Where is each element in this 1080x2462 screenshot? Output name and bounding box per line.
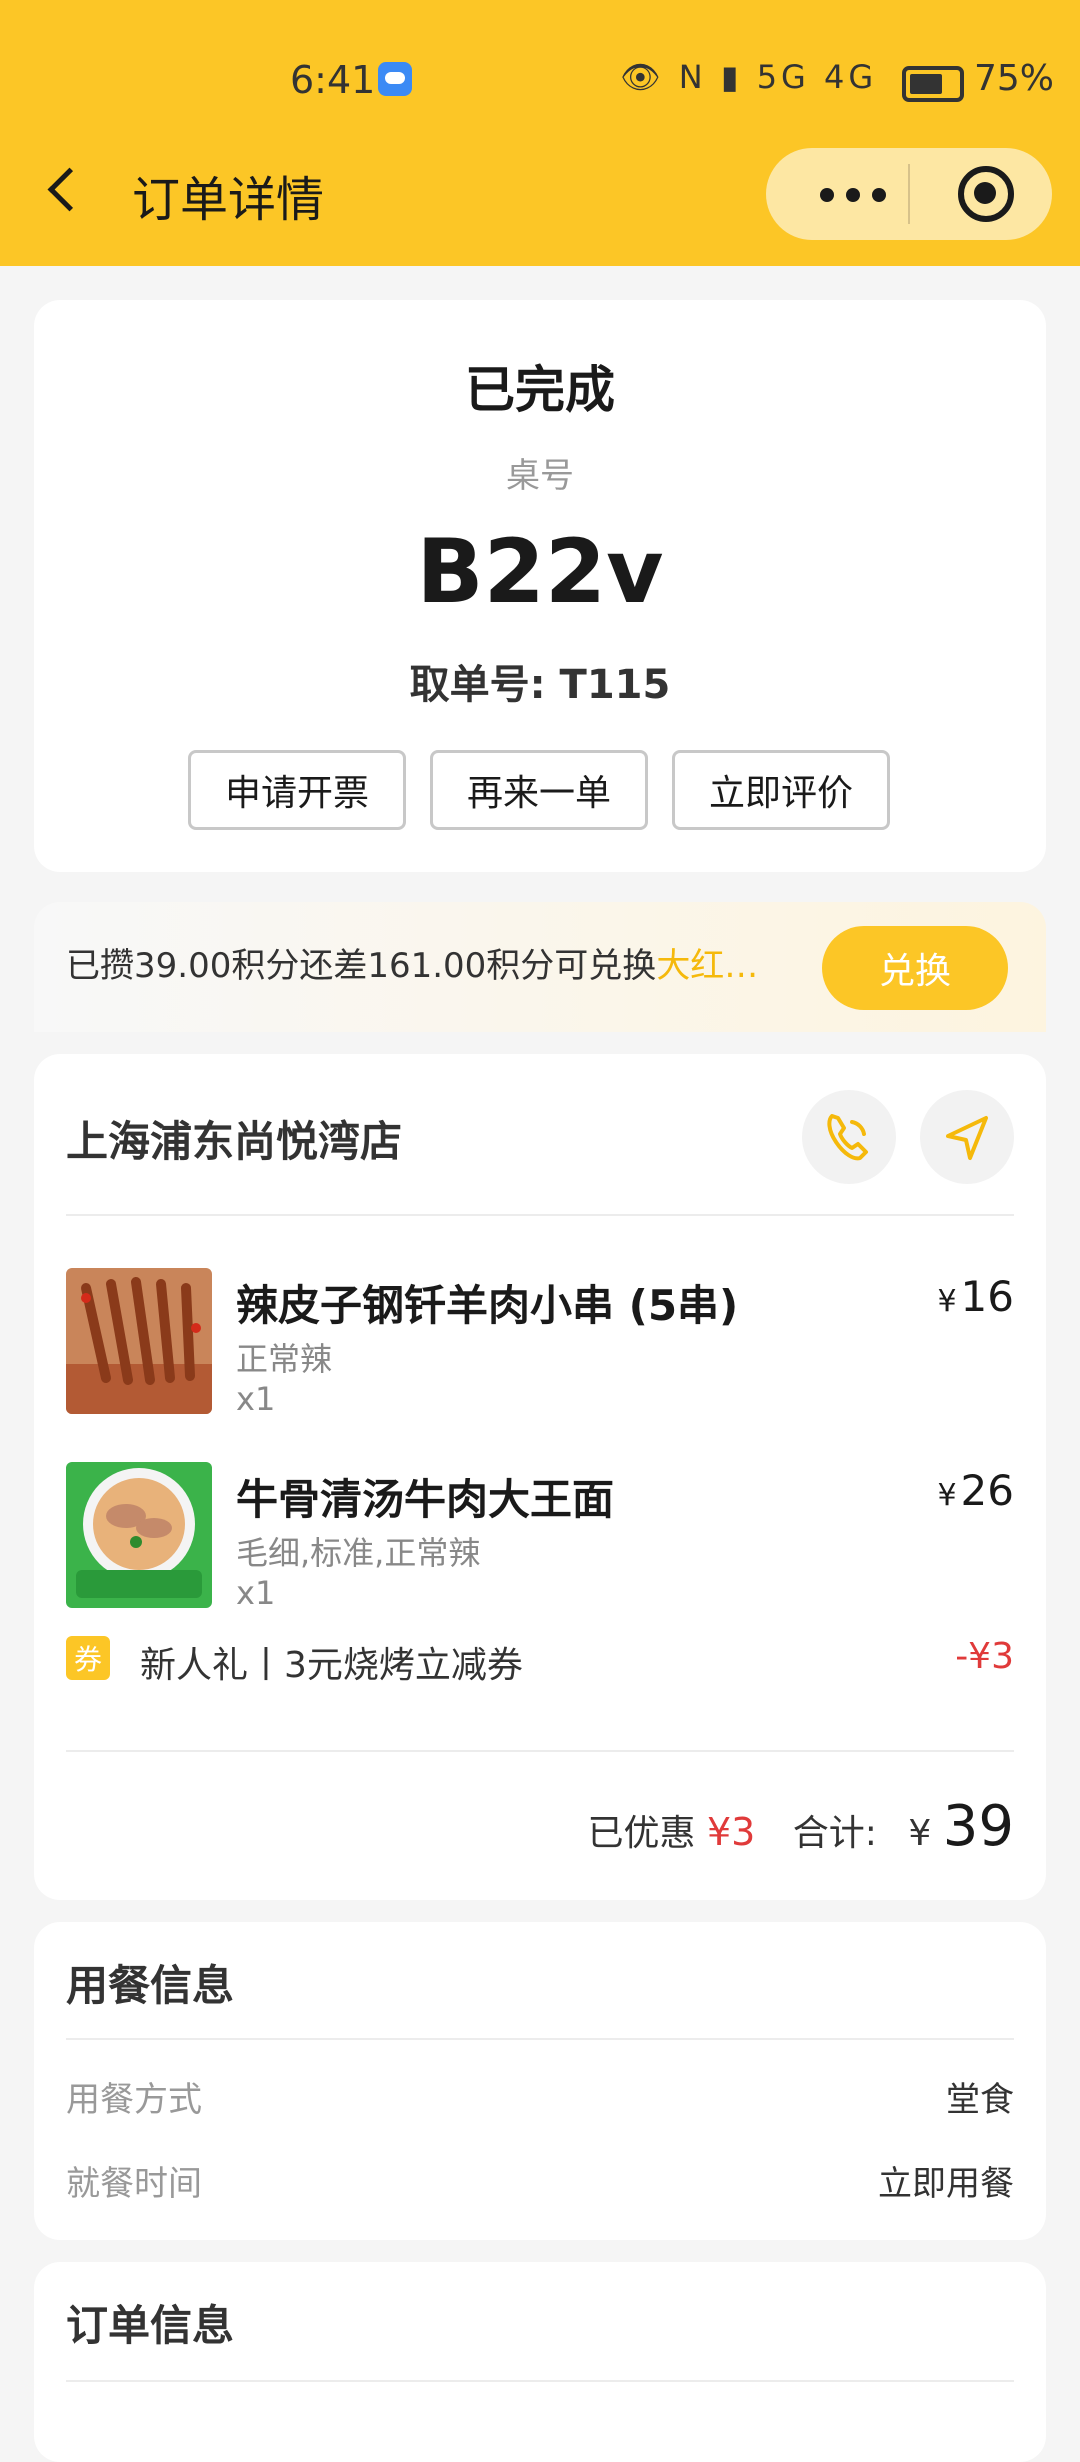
points-progress: 已攒39.00积分还差161.00积分可兑换	[66, 946, 657, 986]
order-item: 牛骨清汤牛肉大王面 毛细,标准,正常辣 x1 ¥26	[66, 1462, 1014, 1612]
call-store-button[interactable]	[802, 1090, 896, 1184]
item-price: ¥26	[937, 1466, 1014, 1515]
dot-icon	[846, 188, 860, 202]
item-spec: 正常辣	[236, 1340, 333, 1378]
dine-info-card: 用餐信息 用餐方式 堂食 就餐时间 立即用餐	[34, 1922, 1046, 2240]
points-reward: 大红…	[656, 946, 759, 986]
item-spec: 毛细,标准,正常辣	[236, 1534, 481, 1572]
dot-icon	[872, 188, 886, 202]
table-number: B22v	[416, 520, 664, 623]
item-quantity: x1	[236, 1380, 276, 1418]
divider	[66, 1214, 1014, 1216]
item-quantity: x1	[236, 1574, 276, 1612]
coupon-text: 新人礼丨3元烧烤立减券	[140, 1645, 523, 1686]
battery-percent: 75%	[974, 58, 1055, 99]
divider	[66, 1750, 1014, 1752]
currency-symbol: ¥	[937, 1284, 957, 1319]
price-value: 16	[960, 1272, 1014, 1321]
points-banner: 已攒39.00积分还差161.00积分可兑换大红… 兑换	[34, 902, 1046, 1032]
capsule-divider	[908, 164, 910, 224]
item-name: 牛骨清汤牛肉大王面	[236, 1475, 615, 1524]
lamb-skewer-image	[66, 1268, 212, 1414]
total-label: 合计:	[792, 1813, 877, 1854]
coupon-row: 券 新人礼丨3元烧烤立减券 -¥3	[66, 1632, 1014, 1686]
back-arrow-icon[interactable]	[42, 160, 96, 226]
dot-icon	[820, 188, 834, 202]
points-text: 已攒39.00积分还差161.00积分可兑换大红…	[66, 938, 758, 987]
dine-mode-label: 用餐方式	[66, 2080, 202, 2120]
order-info-card: 订单信息	[34, 2262, 1046, 2462]
navigation-arrow-icon	[946, 1116, 988, 1160]
coupon-badge: 券	[66, 1636, 110, 1680]
more-menu-button[interactable]	[806, 164, 916, 224]
coupon-amount: -¥3	[955, 1636, 1014, 1677]
order-status-card: 已完成 桌号 B22v 取单号: T115 申请开票 再来一单 立即评价	[34, 300, 1046, 872]
miniapp-capsule	[766, 148, 1052, 240]
invoice-button[interactable]: 申请开票	[188, 750, 406, 830]
dine-time-label: 就餐时间	[66, 2164, 202, 2204]
page-title: 订单详情	[132, 172, 325, 228]
discount-value: ¥3	[706, 1810, 756, 1854]
beef-noodle-image	[66, 1462, 212, 1608]
redeem-button[interactable]: 兑换	[822, 926, 1008, 1010]
order-total: 已优惠 ¥3 合计: ¥ 39	[588, 1794, 1015, 1864]
store-card: 上海浦东尚悦湾店 辣皮子钢钎羊肉小串 (5串) 正常辣 x1 ¥16 牛骨清汤牛…	[34, 1054, 1046, 1900]
total-currency: ¥	[908, 1813, 932, 1854]
dine-mode-value: 堂食	[946, 2080, 1014, 2120]
discount-label: 已优惠	[587, 1813, 696, 1854]
close-miniapp-button[interactable]	[956, 164, 1016, 224]
pickup-number: 取单号: T115	[409, 662, 671, 708]
section-title: 用餐信息	[66, 1961, 235, 2010]
reorder-button[interactable]: 再来一单	[430, 750, 648, 830]
table-label: 桌号	[506, 456, 574, 496]
review-button[interactable]: 立即评价	[672, 750, 890, 830]
phone-icon	[827, 1114, 868, 1161]
order-item: 辣皮子钢钎羊肉小串 (5串) 正常辣 x1 ¥16	[66, 1268, 1014, 1418]
price-value: 26	[960, 1466, 1014, 1515]
item-name: 辣皮子钢钎羊肉小串 (5串)	[236, 1281, 739, 1330]
order-status: 已完成	[465, 361, 615, 419]
signal-icons: 👁 N ▮ 5G 4G	[620, 58, 878, 96]
battery-icon	[902, 66, 964, 102]
navigate-button[interactable]	[920, 1090, 1014, 1184]
cloud-app-icon	[378, 62, 412, 96]
divider	[66, 2038, 1014, 2040]
divider	[66, 2380, 1014, 2382]
status-time: 6:41	[290, 58, 376, 102]
total-value: 39	[942, 1794, 1014, 1859]
dine-time-value: 立即用餐	[878, 2164, 1014, 2204]
item-price: ¥16	[937, 1272, 1014, 1321]
status-bar: 6:41 👁 N ▮ 5G 4G 75%	[0, 48, 1080, 114]
section-title: 订单信息	[66, 2301, 235, 2350]
store-name: 上海浦东尚悦湾店	[66, 1117, 403, 1166]
currency-symbol: ¥	[937, 1478, 957, 1513]
